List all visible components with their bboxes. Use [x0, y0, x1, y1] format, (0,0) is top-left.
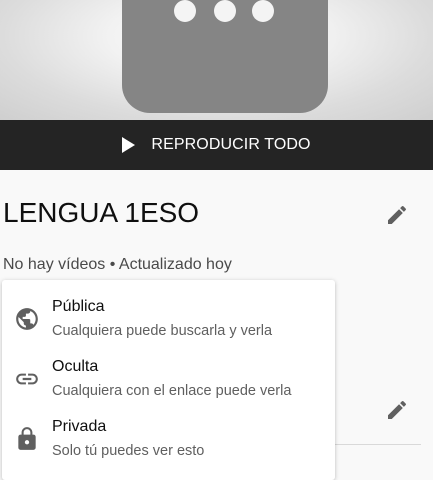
option-description: Solo tú puedes ver esto	[52, 443, 205, 459]
option-description: Cualquiera con el enlace puede verla	[52, 383, 292, 399]
play-all-label: REPRODUCIR TODO	[151, 136, 311, 153]
option-label: Privada	[52, 418, 107, 435]
globe-icon	[16, 308, 38, 330]
edit-description-button[interactable]	[377, 390, 417, 430]
visibility-option-private[interactable]: Privada Solo tú puedes ver esto	[2, 412, 335, 472]
option-label: Oculta	[52, 358, 99, 375]
playlist-title: LENGUA 1ESO	[3, 197, 200, 228]
play-all-button[interactable]: REPRODUCIR TODO	[0, 120, 433, 170]
more-dot	[174, 0, 196, 22]
playlist-thumbnail[interactable]	[0, 0, 433, 120]
visibility-option-public[interactable]: Pública Cualquiera puede buscarla y verl…	[2, 292, 335, 352]
link-icon	[16, 373, 38, 385]
pencil-icon	[388, 400, 407, 419]
pencil-icon	[388, 205, 407, 224]
lock-icon	[18, 427, 36, 450]
thumbnail-placeholder	[122, 0, 328, 113]
option-description: Cualquiera puede buscarla y verla	[52, 323, 273, 339]
divider	[335, 444, 421, 445]
option-label: Pública	[52, 298, 105, 315]
more-dot	[214, 0, 236, 22]
playlist-meta: No hay vídeos • Actualizado hoy	[3, 256, 232, 273]
visibility-menu: Pública Cualquiera puede buscarla y verl…	[2, 280, 335, 480]
more-dot	[252, 0, 274, 22]
edit-title-button[interactable]	[377, 195, 417, 235]
visibility-option-unlisted[interactable]: Oculta Cualquiera con el enlace puede ve…	[2, 352, 335, 412]
play-icon	[122, 137, 136, 153]
